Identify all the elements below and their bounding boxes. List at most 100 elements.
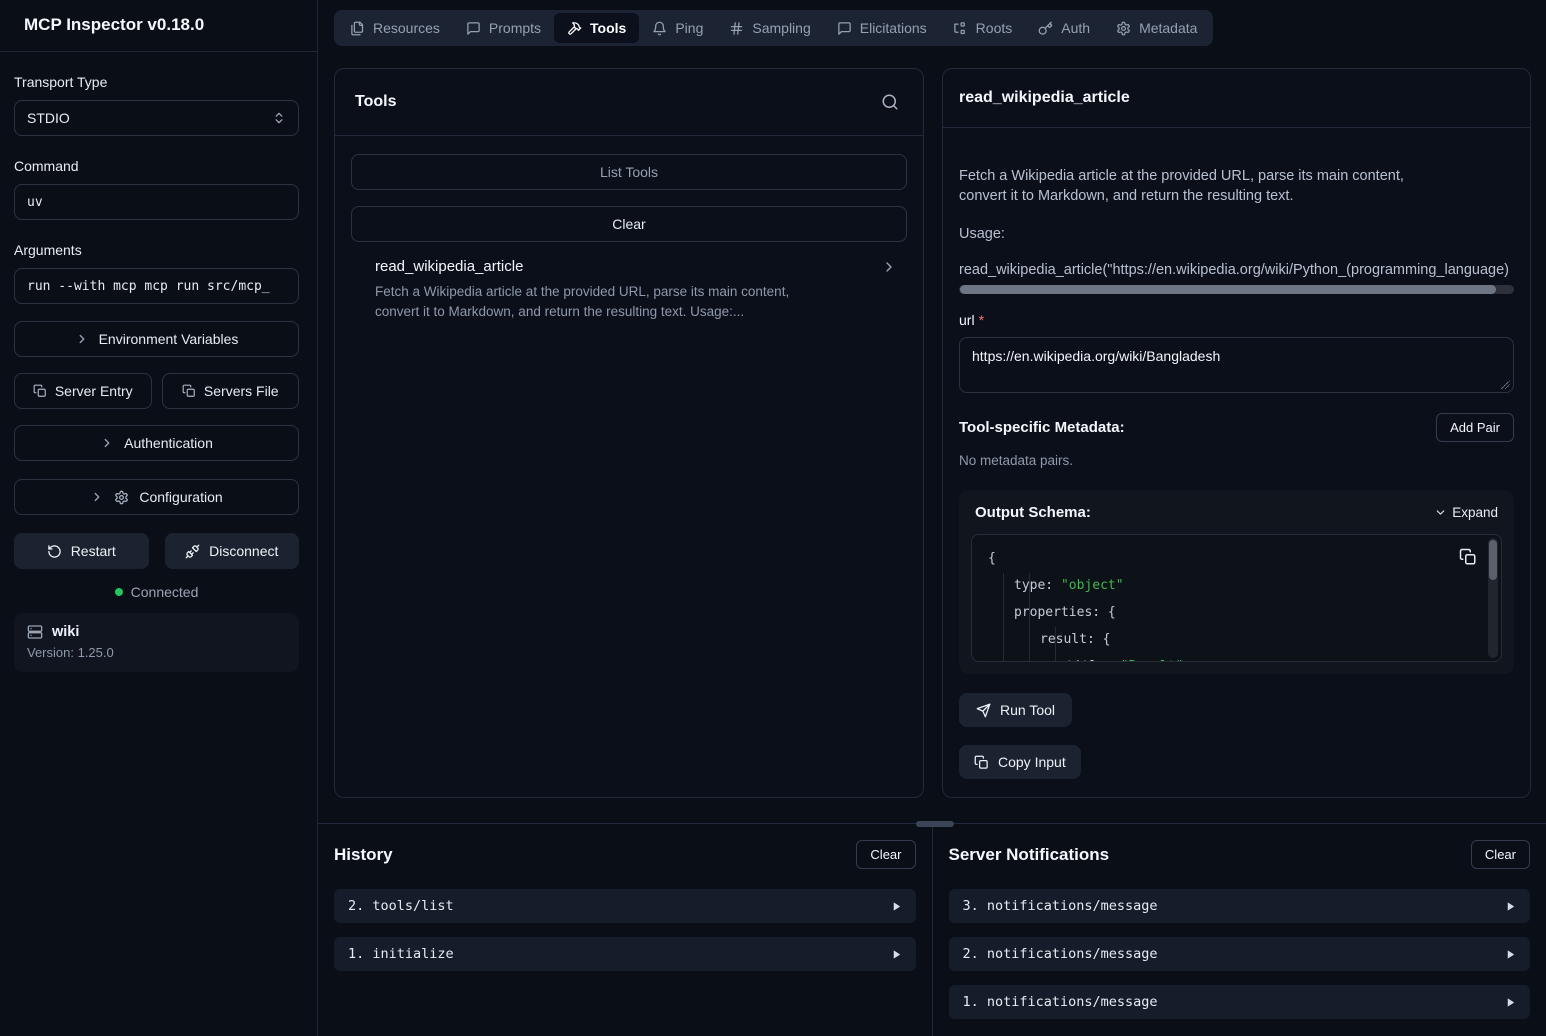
schema-vertical-scrollbar — [1488, 538, 1498, 658]
notification-item-label: 2. notifications/message — [963, 946, 1158, 962]
hammer-icon — [567, 21, 582, 36]
tab-label: Roots — [976, 20, 1013, 36]
panel-resize-handle[interactable] — [916, 821, 954, 827]
chevron-right-icon — [90, 490, 104, 504]
server-info-card: wiki Version: 1.25.0 — [14, 613, 299, 672]
expand-play-icon — [891, 901, 902, 912]
tab-prompts[interactable]: Prompts — [453, 13, 554, 43]
server-entry-button[interactable]: Server Entry — [14, 373, 152, 409]
bottom-panels: History Clear 2. tools/list 1. initializ… — [318, 823, 1546, 1036]
arguments-input[interactable]: run --with mcp mcp run src/mcp_ — [14, 268, 299, 304]
url-value: https://en.wikipedia.org/wiki/Bangladesh — [972, 348, 1220, 364]
tab-label: Resources — [373, 20, 440, 36]
tab-label: Auth — [1061, 20, 1090, 36]
history-item-label: 2. tools/list — [348, 898, 454, 914]
tab-ping[interactable]: Ping — [639, 13, 716, 43]
tab-metadata[interactable]: Metadata — [1103, 13, 1210, 43]
output-schema-section: Output Schema: Expand { type: "object" — [959, 490, 1514, 674]
restart-button[interactable]: Restart — [14, 533, 149, 569]
unplug-icon — [185, 544, 200, 559]
tool-detail-description: convert it to Markdown, and return the r… — [959, 186, 1514, 206]
list-tools-button[interactable]: List Tools — [351, 154, 907, 190]
files-icon — [350, 21, 365, 36]
authentication-button[interactable]: Authentication — [14, 425, 299, 461]
environment-variables-label: Environment Variables — [99, 331, 239, 347]
servers-file-button[interactable]: Servers File — [162, 373, 300, 409]
no-metadata-text: No metadata pairs. — [959, 453, 1514, 468]
tab-roots[interactable]: Roots — [940, 13, 1026, 43]
notification-item[interactable]: 1. notifications/message — [949, 985, 1531, 1019]
copy-input-button[interactable]: Copy Input — [959, 745, 1081, 779]
notification-item[interactable]: 3. notifications/message — [949, 889, 1531, 923]
usage-horizontal-scrollbar — [959, 285, 1514, 294]
server-name: wiki — [52, 624, 79, 640]
server-notifications-title: Server Notifications — [949, 845, 1110, 865]
tool-description: Fetch a Wikipedia article at the provide… — [375, 282, 837, 323]
tab-auth[interactable]: Auth — [1025, 13, 1103, 43]
copy-input-label: Copy Input — [998, 754, 1066, 770]
server-entry-label: Server Entry — [55, 383, 133, 399]
connection-status-label: Connected — [131, 584, 199, 600]
notification-item-label: 1. notifications/message — [963, 994, 1158, 1010]
main-area: Resources Prompts Tools Ping Sampling El… — [318, 0, 1546, 1036]
key-icon — [1038, 21, 1053, 36]
clear-history-button[interactable]: Clear — [856, 840, 915, 869]
schema-code-block: { type: "object" properties: { result: {… — [971, 534, 1502, 662]
server-icon — [27, 624, 43, 640]
url-input[interactable]: https://en.wikipedia.org/wiki/Bangladesh — [959, 337, 1514, 393]
command-input[interactable]: uv — [14, 184, 299, 220]
copy-schema-icon[interactable] — [1459, 548, 1477, 566]
history-panel: History Clear 2. tools/list 1. initializ… — [318, 824, 933, 1036]
clear-tools-button[interactable]: Clear — [351, 206, 907, 242]
add-pair-button[interactable]: Add Pair — [1436, 413, 1514, 442]
configuration-button[interactable]: Configuration — [14, 479, 299, 515]
transport-type-select[interactable]: STDIO — [14, 100, 299, 136]
tool-detail-panel: read_wikipedia_article Fetch a Wikipedia… — [942, 68, 1531, 798]
tab-label: Prompts — [489, 20, 541, 36]
scrollbar-thumb[interactable] — [960, 285, 1496, 294]
scrollbar-thumb[interactable] — [1489, 540, 1497, 580]
clear-history-label: Clear — [870, 847, 901, 862]
chevron-right-icon — [881, 259, 897, 275]
history-item[interactable]: 2. tools/list — [334, 889, 916, 923]
chevrons-up-down-icon — [272, 111, 286, 125]
notification-item[interactable]: 2. notifications/message — [949, 937, 1531, 971]
server-notifications-panel: Server Notifications Clear 3. notificati… — [933, 824, 1546, 1036]
copy-icon — [33, 384, 47, 398]
mcp-inspector-app: MCP Inspector v0.18.0 Transport Type STD… — [0, 0, 1546, 1036]
tab-elicitations[interactable]: Elicitations — [824, 13, 940, 43]
add-pair-label: Add Pair — [1450, 420, 1500, 435]
tab-resources[interactable]: Resources — [337, 13, 453, 43]
expand-schema-toggle[interactable]: Expand — [1434, 505, 1498, 520]
tab-label: Ping — [675, 20, 703, 36]
textarea-resize-handle[interactable] — [1501, 380, 1510, 389]
history-item[interactable]: 1. initialize — [334, 937, 916, 971]
disconnect-label: Disconnect — [209, 543, 278, 559]
copy-icon — [182, 384, 196, 398]
expand-play-icon — [1505, 997, 1516, 1008]
clear-notifications-button[interactable]: Clear — [1471, 840, 1530, 869]
history-title: History — [334, 845, 393, 865]
server-version: Version: 1.25.0 — [27, 645, 286, 660]
chevron-right-icon — [100, 436, 114, 450]
environment-variables-button[interactable]: Environment Variables — [14, 321, 299, 357]
indent-guide — [1003, 573, 1004, 661]
tools-panel: Tools List Tools Clear read_wikipedia_ar… — [334, 68, 924, 798]
disconnect-button[interactable]: Disconnect — [165, 533, 300, 569]
tool-detail-description: Fetch a Wikipedia article at the provide… — [959, 166, 1514, 186]
tab-tools[interactable]: Tools — [554, 13, 639, 43]
configuration-label: Configuration — [139, 489, 222, 505]
tool-name: read_wikipedia_article — [375, 258, 523, 275]
tab-label: Metadata — [1139, 20, 1197, 36]
list-tools-label: List Tools — [600, 164, 658, 180]
tab-sampling[interactable]: Sampling — [716, 13, 823, 43]
authentication-label: Authentication — [124, 435, 213, 451]
output-schema-label: Output Schema: — [975, 504, 1091, 521]
run-tool-button[interactable]: Run Tool — [959, 693, 1072, 727]
search-icon[interactable] — [881, 93, 899, 111]
list-tree-icon — [953, 21, 968, 36]
gear-icon — [1116, 21, 1131, 36]
indent-guide — [1055, 627, 1056, 661]
bell-icon — [652, 21, 667, 36]
tool-list-item[interactable]: read_wikipedia_article Fetch a Wikipedia… — [351, 242, 907, 335]
